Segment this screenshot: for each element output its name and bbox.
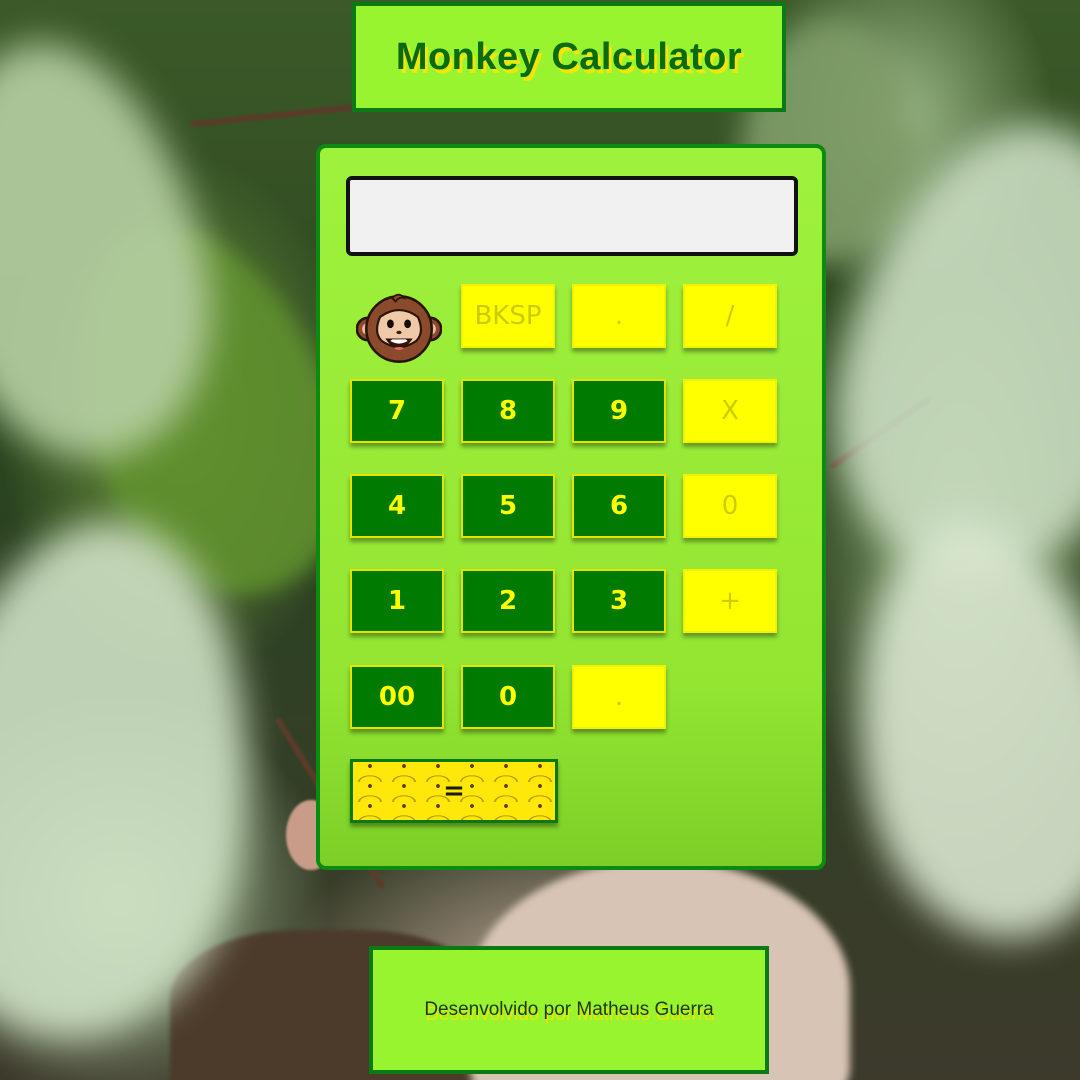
double-zero-button[interactable]: 00	[350, 665, 444, 729]
page-title: Monkey Calculator	[395, 35, 743, 78]
add-button[interactable]: +	[683, 569, 777, 633]
calculator: BKSP . / 7 8 9 X 4 5 6 0 1 2 3 + 00 0 . …	[316, 144, 826, 870]
digit-4-button[interactable]: 4	[350, 474, 444, 538]
digit-2-button[interactable]: 2	[461, 569, 555, 633]
background-leaf	[825, 500, 1080, 960]
divide-button[interactable]: /	[683, 284, 777, 348]
footer-banner: Desenvolvido por Matheus Guerra	[369, 946, 769, 1074]
operator-0-button[interactable]: 0	[683, 474, 777, 538]
calculator-display[interactable]	[346, 176, 798, 256]
multiply-button[interactable]: X	[683, 379, 777, 443]
header-banner: Monkey Calculator	[352, 2, 786, 112]
digit-8-button[interactable]: 8	[461, 379, 555, 443]
digit-5-button[interactable]: 5	[461, 474, 555, 538]
digit-0-button[interactable]: 0	[461, 665, 555, 729]
equals-button[interactable]: =	[350, 759, 558, 823]
footer-credit: Desenvolvido por Matheus Guerra	[424, 999, 714, 1020]
decimal-point-button[interactable]: .	[572, 665, 666, 729]
digit-3-button[interactable]: 3	[572, 569, 666, 633]
digit-1-button[interactable]: 1	[350, 569, 444, 633]
background-branch	[190, 102, 370, 128]
digit-6-button[interactable]: 6	[572, 474, 666, 538]
digit-7-button[interactable]: 7	[350, 379, 444, 443]
backspace-button[interactable]: BKSP	[461, 284, 555, 348]
digit-9-button[interactable]: 9	[572, 379, 666, 443]
monkey-face-icon	[356, 293, 442, 363]
decimal-button[interactable]: .	[572, 284, 666, 348]
